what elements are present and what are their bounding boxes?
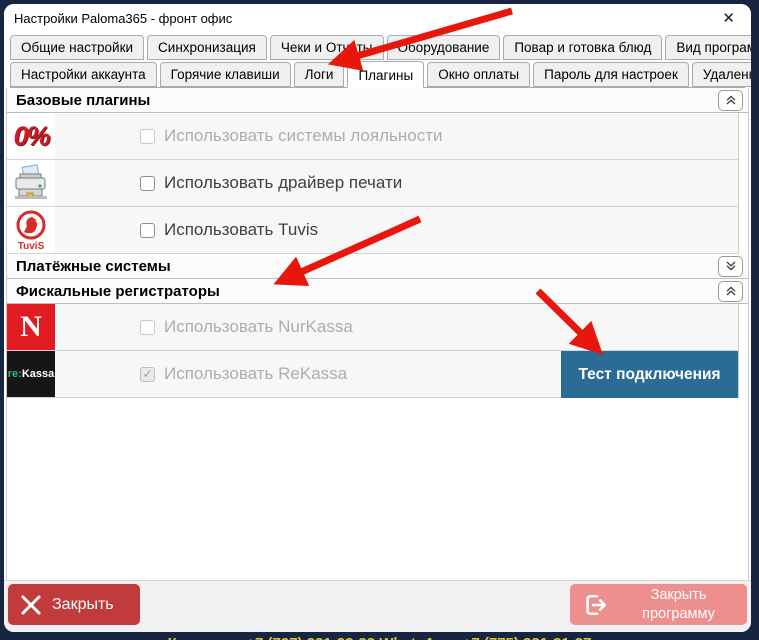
double-chevron-down-icon xyxy=(726,261,735,271)
section-title: Фискальные регистраторы xyxy=(16,282,220,300)
exit-icon xyxy=(586,594,607,615)
tuvis-checkbox[interactable] xyxy=(140,222,155,238)
tab-settings-password[interactable]: Пароль для настроек xyxy=(533,62,689,87)
section-title: Платёжные системы xyxy=(16,257,171,275)
window-title: Настройки Paloma365 - фронт офис xyxy=(14,10,233,26)
plugin-row-printer: Использовать драйвер печати xyxy=(7,160,738,207)
close-program-button[interactable]: Закрыть программу xyxy=(570,584,747,625)
plugin-row-loyalty: 0% Использовать системы лояльности xyxy=(7,113,738,160)
expand-down-button[interactable] xyxy=(718,255,743,277)
loyalty-checkbox[interactable] xyxy=(140,128,155,144)
tuvis-caption: TuviS xyxy=(17,240,45,252)
tab-receipts-reports[interactable]: Чеки и Отчеты xyxy=(269,35,384,60)
tab-row-2: Настройки аккаунта Горячие клавиши Логи … xyxy=(10,61,751,88)
tab-synchronization[interactable]: Синхронизация xyxy=(147,35,267,60)
footer-contact-strip: Казахстан +7 (727) 331-23-33 WhatsApp: +… xyxy=(0,632,759,640)
rekassa-checkbox[interactable]: ✓ xyxy=(140,366,155,382)
plugins-panel: Базовые плагины 0% Использовать системы … xyxy=(6,88,749,580)
printer-label: Использовать драйвер печати xyxy=(164,173,403,192)
tab-account-settings[interactable]: Настройки аккаунта xyxy=(10,62,157,87)
rekassa-icon-re: re: xyxy=(7,368,22,380)
tab-hotkeys[interactable]: Горячие клавиши xyxy=(159,62,291,87)
tab-payment-window[interactable]: Окно оплаты xyxy=(427,62,531,87)
double-chevron-up-icon xyxy=(726,95,735,105)
rekassa-icon-kassa: Kassa xyxy=(21,368,55,380)
section-header-base-plugins: Базовые плагины xyxy=(7,88,748,113)
printer-icon xyxy=(7,160,55,206)
rekassa-label: Использовать ReKassa xyxy=(164,364,348,383)
base-plugins-rows: 0% Использовать системы лояльности Испол… xyxy=(7,113,739,254)
tab-general-settings[interactable]: Общие настройки xyxy=(10,35,145,60)
section-header-payment-systems: Платёжные системы xyxy=(7,254,748,279)
fiscal-registrar-rows: N Использовать NurKassa re: Kassa ✓ Испол… xyxy=(7,304,739,398)
tab-program-view[interactable]: Вид программы xyxy=(665,35,751,60)
close-button[interactable]: Закрыть xyxy=(8,584,140,625)
collapse-up-button[interactable] xyxy=(718,280,743,302)
tab-equipment[interactable]: Оборудование xyxy=(386,35,501,60)
tab-row-1: Общие настройки Синхронизация Чеки и Отч… xyxy=(10,35,751,61)
tab-remote-access[interactable]: Удаленный доступ xyxy=(691,62,751,87)
title-bar: Настройки Paloma365 - фронт офис ✕ xyxy=(4,4,751,32)
settings-window: Настройки Paloma365 - фронт офис ✕ Общие… xyxy=(4,4,751,632)
tuvis-icon: TuviS xyxy=(7,207,55,253)
nurkassa-checkbox[interactable] xyxy=(140,319,155,335)
tab-cook-dishes[interactable]: Повар и готовка блюд xyxy=(503,35,663,60)
bottom-button-bar: Закрыть Закрыть программу xyxy=(4,580,751,632)
nurkassa-label: Использовать NurKassa xyxy=(164,317,353,336)
plugin-row-rekassa: re: Kassa ✓ Использовать ReKassa Тест под… xyxy=(7,351,738,398)
window-close-icon[interactable]: ✕ xyxy=(718,9,739,28)
footer-contact-text: Казахстан +7 (727) 331-23-33 WhatsApp: +… xyxy=(0,635,759,640)
tab-logs[interactable]: Логи xyxy=(293,62,345,87)
x-icon xyxy=(21,595,41,614)
nurkassa-icon: N xyxy=(7,304,55,350)
printer-checkbox[interactable] xyxy=(140,175,155,191)
close-program-label: Закрыть программу xyxy=(642,587,715,622)
rekassa-icon: re: Kassa xyxy=(7,351,55,397)
loyalty-label: Использовать системы лояльности xyxy=(164,126,443,145)
collapse-up-button[interactable] xyxy=(718,89,743,111)
tab-strip: Общие настройки Синхронизация Чеки и Отч… xyxy=(4,32,751,88)
plugin-row-tuvis: TuviS Использовать Tuvis xyxy=(7,207,738,254)
loyalty-zero-percent-icon: 0% xyxy=(7,113,55,159)
section-header-fiscal-registrars: Фискальные регистраторы xyxy=(7,279,748,304)
tab-plugins[interactable]: Плагины xyxy=(347,61,425,88)
double-chevron-up-icon xyxy=(726,286,735,296)
test-connection-button[interactable]: Тест подключения xyxy=(561,351,738,398)
plugin-row-nurkassa: N Использовать NurKassa xyxy=(7,304,738,351)
section-title: Базовые плагины xyxy=(16,91,151,109)
close-button-label: Закрыть xyxy=(52,595,114,613)
tuvis-label: Использовать Tuvis xyxy=(164,220,319,239)
